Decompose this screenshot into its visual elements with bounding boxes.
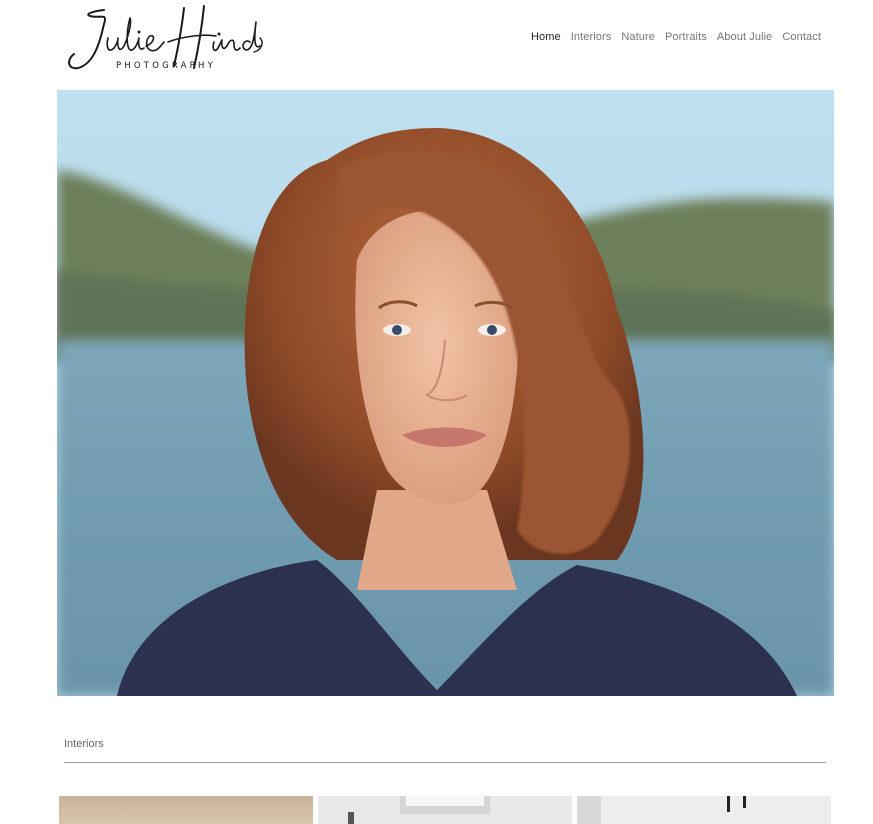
- nav-interiors[interactable]: Interiors: [571, 31, 612, 43]
- interiors-thumbnail[interactable]: [577, 796, 831, 824]
- nav-contact[interactable]: Contact: [782, 31, 821, 43]
- interiors-thumbnail[interactable]: [59, 796, 313, 824]
- interiors-gallery: [59, 796, 831, 824]
- hero-portrait-image: [57, 90, 834, 696]
- main-nav: Home Interiors Nature Portraits About Ju…: [531, 31, 821, 43]
- site-logo[interactable]: PHOTOGRAPHY: [64, 2, 264, 77]
- nav-nature[interactable]: Nature: [621, 31, 655, 43]
- section-title-interiors: Interiors: [64, 738, 104, 750]
- nav-portraits[interactable]: Portraits: [665, 31, 707, 43]
- brand-tagline: PHOTOGRAPHY: [116, 61, 216, 71]
- interiors-thumbnail[interactable]: [318, 796, 572, 824]
- nav-home[interactable]: Home: [531, 31, 561, 43]
- section-divider: [64, 762, 826, 763]
- nav-about-julie[interactable]: About Julie: [717, 31, 773, 43]
